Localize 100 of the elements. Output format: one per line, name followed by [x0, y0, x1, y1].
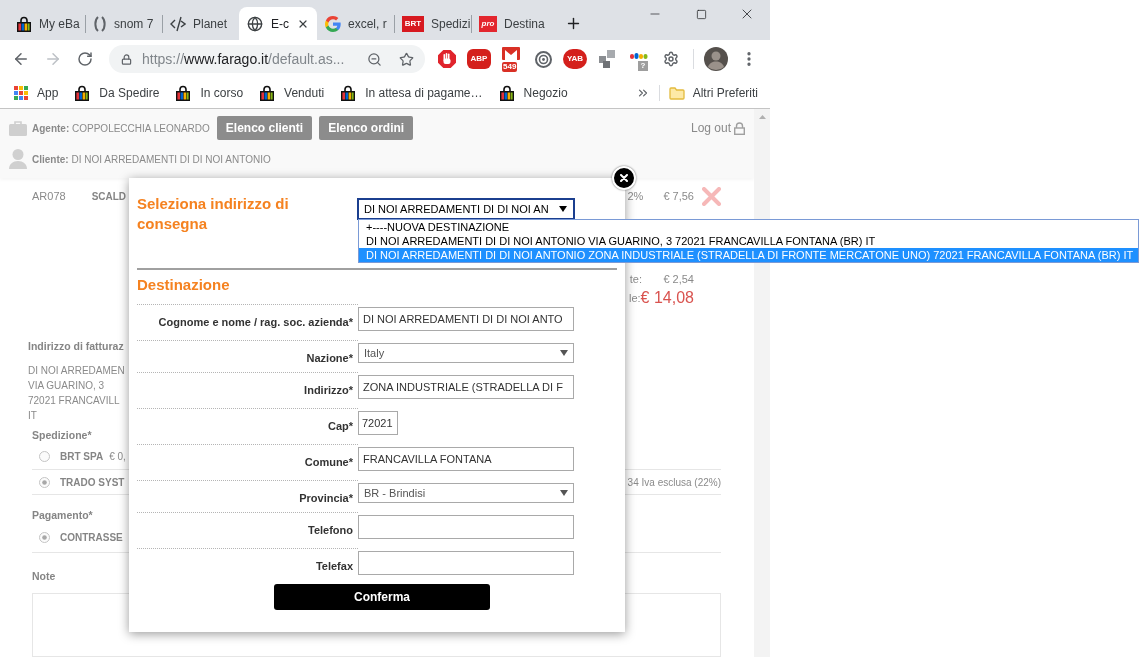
client-label: Cliente: DI NOI ARREDAMENTI DI DI NOI ANTONIO [32, 152, 271, 167]
total-value: € 14,08 [640, 288, 694, 308]
shipping-option-price: € 0, [109, 449, 126, 464]
field-label: Provincia* [299, 492, 353, 504]
item-code: AR078 [32, 188, 66, 204]
shopping-bag-icon [498, 85, 515, 101]
total-value: € 2,54 [663, 272, 694, 288]
field-label: Telefax [315, 560, 353, 572]
field-label: Indirizzo* [304, 384, 353, 396]
field-label: Cap* [327, 420, 353, 432]
reload-icon[interactable] [77, 51, 93, 67]
bookmark[interactable]: In corso [167, 84, 252, 102]
target-icon[interactable] [534, 50, 552, 68]
field-label: Telefono [308, 524, 353, 536]
close-button[interactable] [612, 166, 636, 190]
billing-address-line: DI NOI ARREDAMEN [28, 364, 125, 378]
user-silhouette-icon [9, 149, 27, 169]
brt-logo: BRT [402, 15, 424, 32]
agent-label: Agente: COPPOLECCHIA LEONARDO [32, 121, 210, 136]
caret-icon [559, 206, 567, 212]
input-field[interactable]: 72021 [358, 411, 398, 435]
payment-title: Pagamento* [32, 508, 93, 524]
billing-title: Indirizzo di fatturaz [28, 339, 124, 355]
abp-logo[interactable]: ABP [467, 49, 491, 69]
billing-address-line: 72021 FRANCAVILL [28, 394, 120, 408]
input-field[interactable] [358, 551, 574, 575]
shopping-bag-icon [175, 85, 192, 101]
shipping-option-name: BRT SPA [60, 449, 104, 464]
lock-icon [121, 53, 132, 65]
address-select[interactable]: DI NOI ARREDAMENTI DI DI NOI AN [358, 199, 574, 219]
brackets-icon [93, 15, 107, 32]
blocks-icon[interactable] [599, 50, 615, 68]
globe-icon [247, 15, 263, 32]
address-option[interactable]: DI NOI ARREDAMENTI DI DI NOI ANTONIO VIA GUARINO, 3 72021 FRANCAVILLA FONTANA (BR) IT [359, 234, 1138, 248]
new-tab-icon[interactable] [565, 15, 582, 32]
radio-button[interactable] [39, 450, 50, 462]
logout-link[interactable]: Log out [690, 119, 745, 137]
address-option[interactable]: +----NUOVA DESTINAZIONE [359, 220, 1138, 234]
bookmark[interactable]: Venduti [251, 84, 333, 102]
browser-tab[interactable]: excel, r [317, 7, 394, 40]
browser-tab[interactable]: snom 7 [85, 7, 162, 40]
bookmark-folder[interactable]: Altri Preferiti [668, 84, 758, 102]
input-field[interactable] [358, 515, 574, 539]
shopping-bag-icon [16, 15, 32, 32]
shipping-option-name: TRADO SYST [60, 475, 125, 490]
count-badge: 549 [502, 62, 518, 72]
code-pen-icon [170, 15, 186, 32]
caret-icon [560, 350, 568, 356]
item-price: € 7,56 [663, 188, 694, 204]
url-text[interactable]: https://www.farago.it/default.as... [142, 48, 345, 70]
caret-icon [560, 490, 568, 496]
radio-button[interactable] [39, 476, 50, 488]
browser-tab[interactable]: BRT Spedizi [394, 7, 471, 40]
apps-grid-icon [14, 86, 28, 100]
avatar-icon[interactable] [704, 47, 728, 71]
item-discount: 2% [627, 188, 644, 204]
shopping-bag-icon [259, 85, 276, 101]
dropdown-field[interactable]: Italy [358, 343, 574, 363]
bookmark[interactable]: Negozio [490, 84, 576, 102]
shipping-option-note: 34 Iva esclusa (22%) [627, 475, 721, 490]
padlock-icon [734, 121, 745, 135]
bookmark[interactable]: Da Spedire [66, 84, 168, 102]
mail-icon[interactable] [502, 47, 520, 60]
star-icon[interactable] [399, 51, 414, 67]
input-field[interactable]: ZONA INDUSTRIALE (STRADELLA DI F [358, 375, 574, 399]
folder-icon [668, 86, 685, 100]
billing-address-line: VIA GUARINO, 3 [28, 379, 105, 393]
bookmark[interactable]: App [6, 84, 67, 102]
item-name: SCALD [91, 189, 127, 204]
section-title: Destinazione [137, 275, 230, 295]
total-label: le: [629, 290, 641, 306]
browser-tab[interactable]: Planet [162, 7, 239, 40]
dropdown-field[interactable]: BR - Brindisi [358, 483, 574, 503]
note-label: Note [32, 569, 56, 585]
bookmark[interactable]: In attesa di pagame… [332, 84, 491, 102]
shopping-bag-icon [340, 85, 357, 101]
input-field[interactable]: DI NOI ARREDAMENTI DI DI NOI ANTO [358, 307, 574, 331]
google-g-icon [325, 15, 341, 32]
billing-address-line: IT [28, 409, 37, 423]
total-label: te: [629, 272, 642, 288]
browser-tab[interactable]: E-c [239, 7, 317, 40]
stop-hand-icon[interactable] [438, 50, 456, 68]
confirm-button[interactable]: Conferma [274, 584, 490, 610]
payment-option-name: CONTRASSE [60, 531, 123, 545]
field-label: Nazione* [306, 352, 353, 364]
browser-tab[interactable]: My eBa [8, 7, 85, 40]
field-label: Cognome e nome / rag. soc. azienda* [158, 316, 353, 328]
input-field[interactable]: FRANCAVILLA FONTANA [358, 447, 574, 471]
radio-button[interactable] [39, 532, 50, 543]
zoom-out-icon[interactable] [367, 51, 382, 67]
address-bar[interactable]: https://www.farago.it/default.as... [109, 45, 425, 73]
multicolor-logo-icon[interactable] [630, 53, 648, 59]
yab-logo[interactable]: YAB [563, 49, 587, 69]
dialog-title: Seleziona indirizzo di consegna [137, 194, 290, 234]
pro-logo: pro [479, 15, 497, 32]
browser-tab[interactable]: pro Destina [471, 7, 548, 40]
maximize-icon[interactable] [695, 8, 707, 20]
shopping-bag-icon [74, 85, 91, 101]
briefcase-icon [9, 120, 27, 136]
gear-icon[interactable] [663, 51, 679, 67]
